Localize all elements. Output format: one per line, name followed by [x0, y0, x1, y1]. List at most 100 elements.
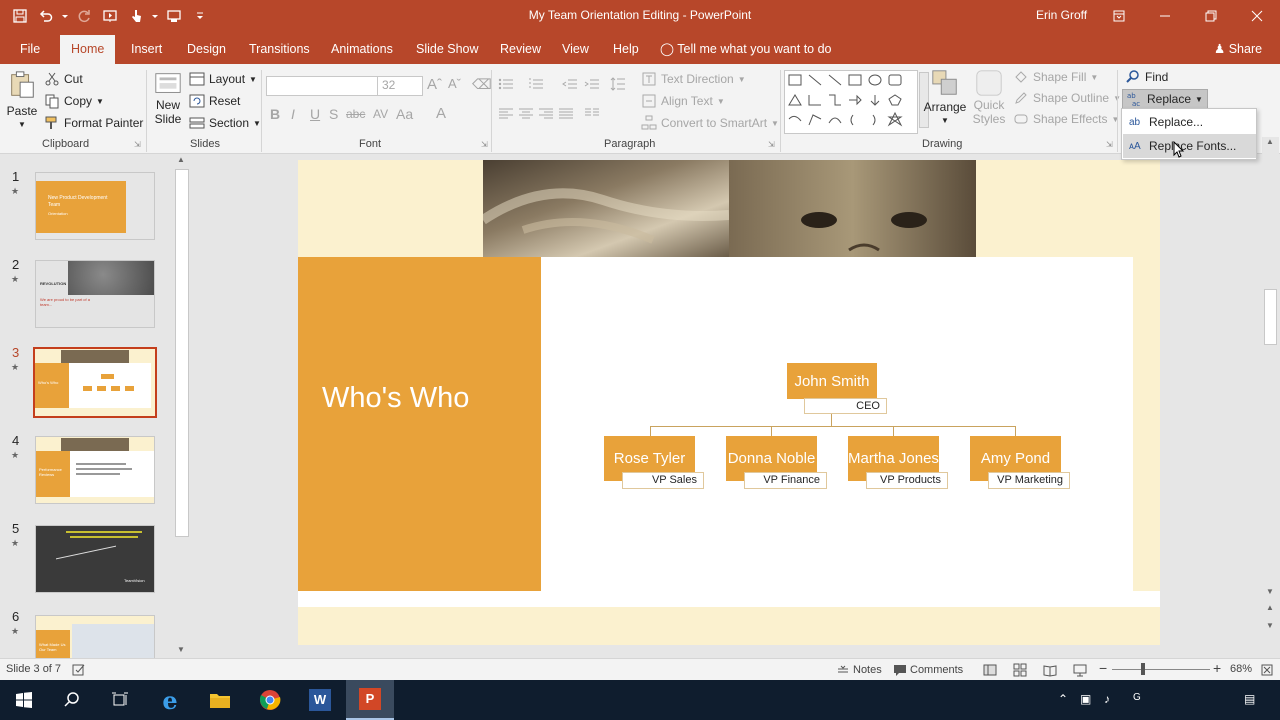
decrease-indent-icon[interactable] — [562, 76, 578, 92]
replace-button[interactable]: ab ac Replace ▼ — [1122, 89, 1208, 109]
text-shadow-icon[interactable]: S — [329, 106, 338, 122]
org-role-report[interactable]: VP Finance — [744, 472, 827, 489]
input-indicator-icon[interactable]: G — [1133, 692, 1141, 703]
menu-item-replace-fonts[interactable]: ᴀA Replace Fonts... — [1123, 134, 1256, 158]
shape-outline-button[interactable]: Shape Outline▼ — [1013, 90, 1121, 106]
copy-button[interactable]: Copy ▼ — [44, 93, 104, 109]
scroll-up-icon[interactable]: ▲ — [177, 155, 185, 164]
restore-icon[interactable] — [1188, 0, 1234, 32]
arrange-button[interactable]: Arrange ▼ — [924, 68, 966, 125]
align-left-icon[interactable] — [498, 106, 514, 122]
notifications-icon[interactable]: ▤ — [1244, 692, 1255, 706]
shape-effects-button[interactable]: Shape Effects ▼ — [1013, 111, 1119, 127]
org-role-report[interactable]: VP Sales — [622, 472, 704, 489]
clear-formatting-icon[interactable]: ⌫ — [472, 76, 492, 93]
slide-sorter-icon[interactable] — [1013, 663, 1027, 677]
zoom-in-icon[interactable]: + — [1213, 660, 1221, 676]
tab-help[interactable]: Help — [603, 32, 649, 64]
zoom-slider[interactable] — [1112, 669, 1210, 670]
tell-me-box[interactable]: ◯ Tell me what you want to do — [660, 32, 832, 64]
zoom-slider-thumb[interactable] — [1141, 663, 1145, 675]
tab-view[interactable]: View — [552, 32, 599, 64]
slide-thumbnail-1[interactable]: New Product Development Team Orientation — [35, 172, 155, 240]
thumbnail-scrollbar[interactable]: ▲ ▼ — [174, 155, 191, 658]
share-button[interactable]: ♟ Share — [1214, 32, 1262, 64]
cut-button[interactable]: Cut — [44, 71, 83, 87]
slide-thumbnail-4[interactable]: Performance Reviews — [35, 436, 155, 504]
paste-button[interactable]: Paste ▼ — [6, 68, 38, 129]
font-size-combo[interactable]: 32 — [377, 76, 423, 96]
layout-button[interactable]: Layout ▼ — [189, 71, 257, 87]
slide-thumbnail-5[interactable]: TeamVision — [35, 525, 155, 593]
quick-styles-button[interactable]: Quick Styles — [972, 68, 1006, 126]
decrease-font-size-icon[interactable]: Aˇ — [448, 76, 461, 91]
align-center-icon[interactable] — [518, 106, 534, 122]
paragraph-launcher-icon[interactable]: ⇲ — [768, 140, 775, 149]
shape-fill-button[interactable]: Shape Fill ▼ — [1013, 69, 1098, 85]
ribbon-display-options-icon[interactable] — [1096, 0, 1142, 32]
org-role-report[interactable]: VP Products — [866, 472, 948, 489]
character-spacing-icon[interactable]: AV — [373, 107, 388, 121]
font-launcher-icon[interactable]: ⇲ — [481, 140, 488, 149]
edge-browser-icon[interactable]: e — [146, 680, 194, 720]
close-icon[interactable] — [1234, 0, 1280, 32]
powerpoint-icon[interactable]: P — [346, 680, 394, 720]
slide-thumbnail-2[interactable]: REVOLUTION We are proud to be part of a … — [35, 260, 155, 328]
zoom-level[interactable]: 68% — [1230, 663, 1252, 675]
text-direction-button[interactable]: Text Direction ▼ — [641, 71, 746, 87]
volume-icon[interactable]: ♪ — [1104, 692, 1110, 706]
slide-title[interactable]: Who's Who — [322, 382, 469, 415]
new-slide-button[interactable]: New Slide — [150, 70, 186, 126]
scroll-down-icon[interactable]: ▼ — [1266, 587, 1274, 596]
previous-slide-icon[interactable]: ▲ — [1266, 603, 1274, 612]
font-name-combo[interactable] — [266, 76, 378, 96]
slide-thumbnail-6[interactable]: What Made Us Our Team — [35, 615, 155, 658]
chrome-icon[interactable] — [246, 680, 294, 720]
tab-home[interactable]: Home — [60, 35, 116, 64]
slide-scrollbar[interactable]: ▲ ▼ ▲ ▼ — [1262, 137, 1279, 658]
spell-check-icon[interactable] — [72, 663, 86, 677]
tab-file[interactable]: File — [10, 32, 50, 64]
numbering-icon[interactable] — [528, 76, 544, 92]
org-role-report[interactable]: VP Marketing — [988, 472, 1070, 489]
convert-smartart-button[interactable]: Convert to SmartArt ▼ — [641, 115, 779, 131]
word-icon[interactable]: W — [296, 680, 344, 720]
scroll-down-icon[interactable]: ▼ — [177, 645, 185, 654]
tab-slide-show[interactable]: Slide Show — [406, 32, 489, 64]
increase-indent-icon[interactable] — [584, 76, 600, 92]
windows-start-icon[interactable] — [0, 680, 48, 720]
shapes-gallery[interactable] — [784, 70, 918, 134]
slide-thumbnail-3[interactable]: Who's Who — [33, 347, 157, 418]
next-slide-icon[interactable]: ▼ — [1266, 621, 1274, 630]
clipboard-launcher-icon[interactable]: ⇲ — [134, 140, 141, 149]
increase-font-size-icon[interactable]: Aˆ — [427, 76, 442, 93]
org-box-ceo[interactable]: John Smith — [787, 363, 877, 399]
justify-icon[interactable] — [558, 106, 574, 122]
tab-review[interactable]: Review — [490, 32, 551, 64]
file-explorer-icon[interactable] — [196, 680, 244, 720]
strikethrough-icon[interactable]: abc — [346, 107, 365, 121]
reading-view-icon[interactable] — [1043, 663, 1057, 677]
scrollbar-thumb[interactable] — [1264, 289, 1277, 345]
tab-transitions[interactable]: Transitions — [239, 32, 320, 64]
scrollbar-thumb[interactable] — [175, 169, 189, 537]
normal-view-icon[interactable] — [983, 663, 997, 677]
scroll-up-icon[interactable]: ▲ — [1266, 137, 1274, 146]
reset-button[interactable]: Reset — [189, 93, 240, 109]
section-button[interactable]: Section ▼ — [189, 115, 261, 131]
italic-icon[interactable]: I — [291, 106, 295, 122]
font-color-icon[interactable]: A — [436, 105, 446, 122]
underline-icon[interactable]: U — [310, 106, 320, 122]
zoom-out-icon[interactable]: − — [1099, 660, 1107, 676]
align-right-icon[interactable] — [538, 106, 554, 122]
notes-button[interactable]: Notes — [836, 663, 882, 677]
fit-to-window-icon[interactable] — [1260, 663, 1274, 677]
tab-design[interactable]: Design — [177, 32, 236, 64]
minimize-icon[interactable] — [1142, 0, 1188, 32]
network-icon[interactable]: ▣ — [1080, 692, 1091, 706]
find-button[interactable]: Find — [1125, 69, 1168, 85]
line-spacing-icon[interactable] — [610, 76, 626, 92]
user-name[interactable]: Erin Groff — [1036, 8, 1087, 22]
menu-item-replace[interactable]: ab Replace... — [1123, 110, 1256, 134]
task-view-icon[interactable] — [96, 680, 144, 720]
